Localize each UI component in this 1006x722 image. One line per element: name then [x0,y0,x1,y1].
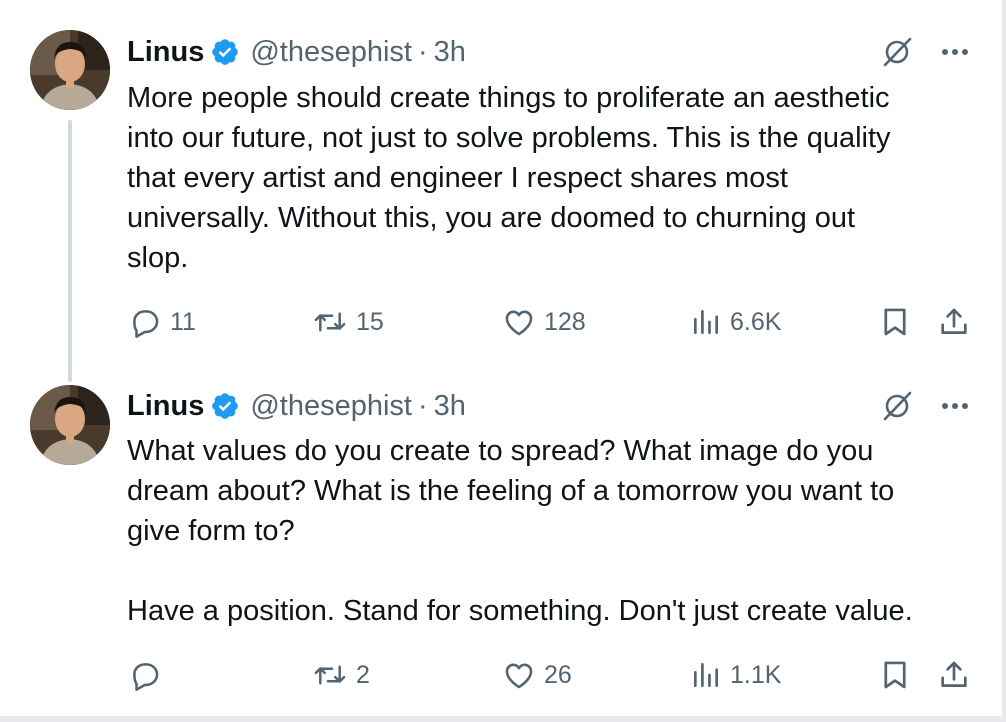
reply-icon [128,305,162,339]
avatar[interactable] [30,385,110,465]
views-icon [690,305,722,339]
repost-count: 2 [356,660,370,689]
bookmark-icon [878,305,912,339]
separator-dot: · [417,389,428,422]
reply-button[interactable]: 11 [128,300,196,344]
author-name[interactable]: Linus [127,36,204,69]
repost-count: 15 [356,307,384,336]
share-icon [937,658,971,692]
like-button[interactable]: 26 [502,653,572,697]
author-handle[interactable]: @thesephist [250,390,412,423]
share-button[interactable] [937,653,971,697]
reply-icon [128,658,162,692]
repost-button[interactable]: 2 [312,653,370,697]
tweet-text: More people should create things to prol… [127,82,891,274]
repost-button[interactable]: 15 [312,300,384,344]
more-icon[interactable] [940,391,970,421]
tweet-actions: 2 26 1.1K [0,653,1002,697]
like-count: 128 [544,307,586,336]
like-button[interactable]: 128 [502,300,586,344]
share-button[interactable] [937,300,971,344]
repost-icon [312,305,348,339]
bookmark-button[interactable] [878,653,912,697]
views-icon [690,658,722,692]
tweet[interactable]: Linus @thesephist · 3h What values do yo… [0,360,1002,716]
separator-dot: · [417,35,428,68]
timestamp[interactable]: 3h [434,36,466,69]
reply-count: 11 [170,307,196,336]
views-button[interactable]: 6.6K [690,300,781,344]
verified-badge-icon [210,37,240,67]
tweet-text: What values do you create to spread? Wha… [127,435,913,627]
tweet-thread: Linus @thesephist · 3h More people shoul… [0,0,1002,716]
reply-button[interactable] [128,653,170,697]
like-count: 26 [544,660,572,689]
grok-icon[interactable] [880,35,914,69]
tweet[interactable]: Linus @thesephist · 3h More people shoul… [0,0,1002,360]
grok-icon[interactable] [880,389,914,423]
repost-icon [312,658,348,692]
views-count: 1.1K [730,660,782,689]
tweet-header: Linus @thesephist · 3h [127,386,466,426]
views-count: 6.6K [730,307,782,336]
bookmark-button[interactable] [878,300,912,344]
like-icon [502,305,536,339]
author-handle[interactable]: @thesephist [250,36,412,69]
share-icon [937,305,971,339]
author-name[interactable]: Linus [127,390,204,423]
more-icon[interactable] [940,37,970,67]
timestamp[interactable]: 3h [434,390,466,423]
tweet-header: Linus @thesephist · 3h [127,32,466,72]
like-icon [502,658,536,692]
views-button[interactable]: 1.1K [690,653,781,697]
avatar[interactable] [30,30,110,110]
bookmark-icon [878,658,912,692]
verified-badge-icon [210,391,240,421]
tweet-actions: 11 15 128 6.6K [0,300,1002,344]
